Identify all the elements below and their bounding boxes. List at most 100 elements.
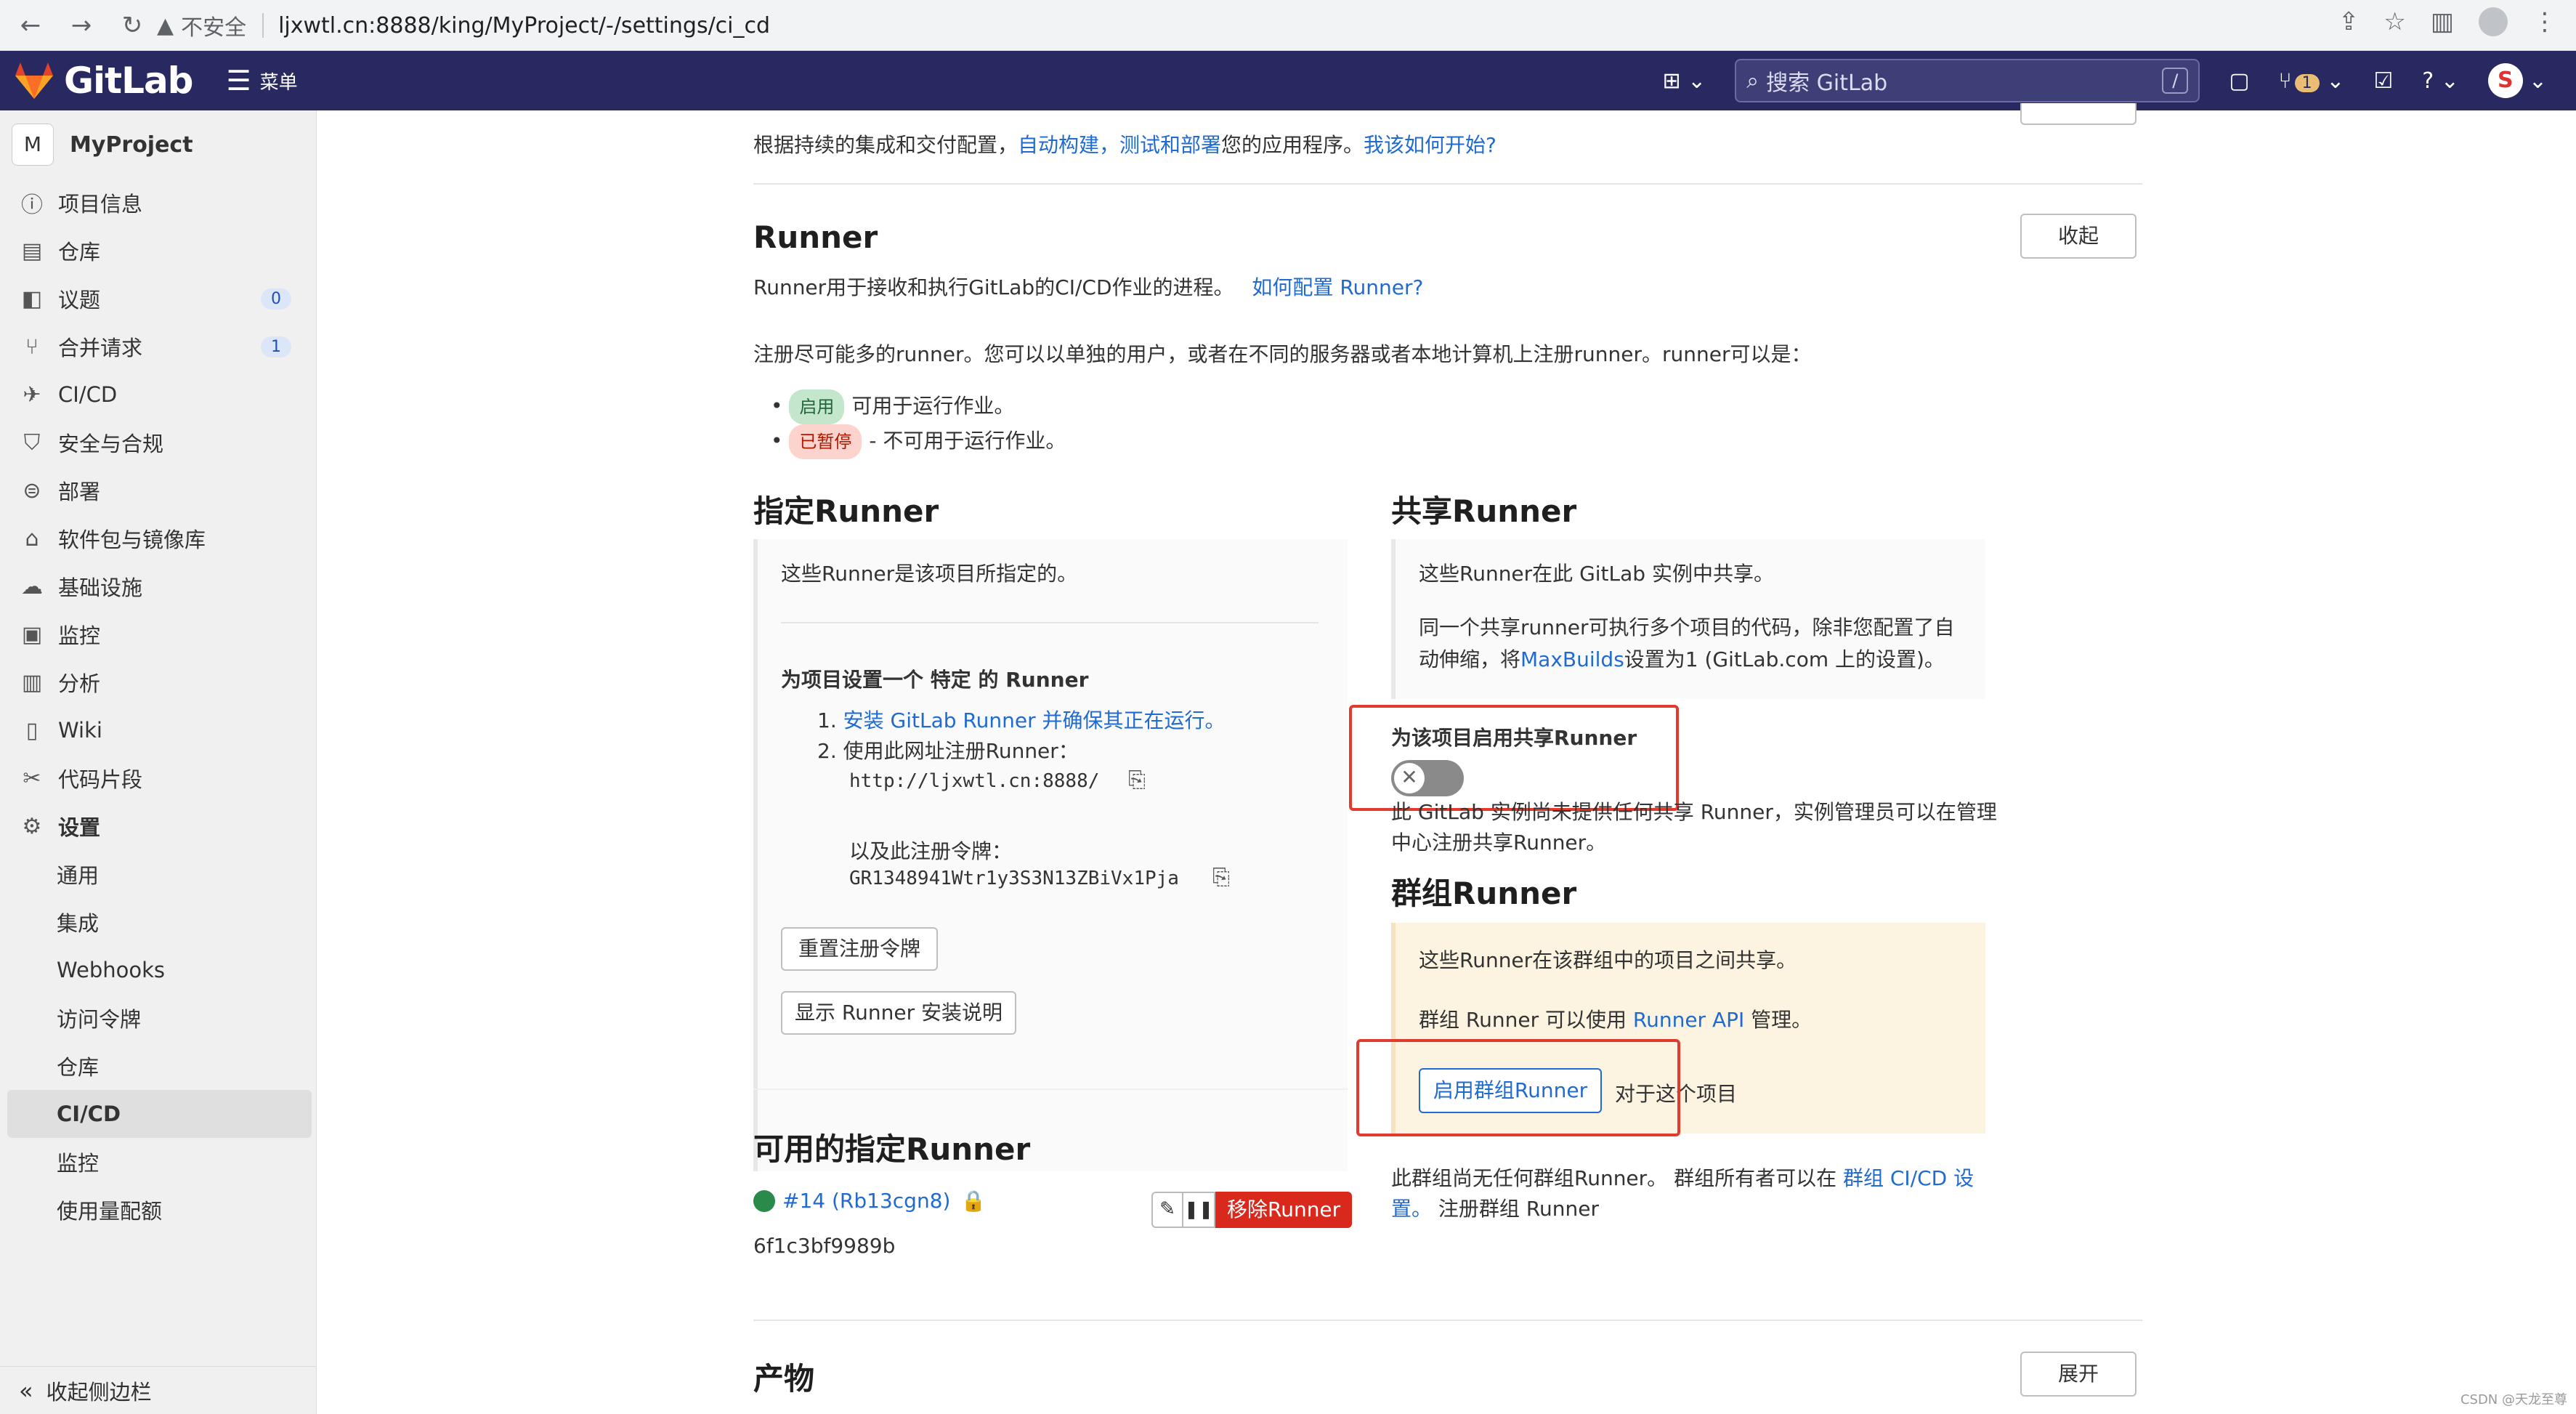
count-badge: 1 bbox=[261, 336, 291, 357]
count-badge: 0 bbox=[261, 288, 291, 310]
runner-register-text: 注册尽可能多的runner。您可以以单独的用户，或者在不同的服务器或者本地计算机… bbox=[753, 342, 1812, 366]
help-icon[interactable]: ? ⌄ bbox=[2422, 68, 2459, 94]
copy-url-icon[interactable]: ⎘ bbox=[1128, 767, 1146, 793]
collapse-sidebar-button[interactable]: « 收起侧边栏 bbox=[0, 1366, 317, 1414]
gitlab-header: GitLab ☰ 菜单 ⊞ ⌄ ⌕ 搜索 GitLab / ▢ ⑂ 1 ⌄ ☑ ?… bbox=[0, 51, 2576, 110]
rocket-icon: ✈ bbox=[23, 381, 41, 408]
sidebar-item-monitor[interactable]: ▣ 监控 bbox=[0, 610, 316, 658]
merge-requests-icon[interactable]: ⑂ 1 ⌄ bbox=[2279, 68, 2345, 94]
runner-link[interactable]: #14 (Rb13cgn8) bbox=[782, 1189, 950, 1213]
install-runner-link[interactable]: 安装 GitLab Runner 并确保其正在运行。 bbox=[843, 708, 1226, 732]
security-label: 不安全 bbox=[181, 15, 247, 41]
hamburger-icon: ☰ bbox=[226, 65, 251, 97]
auto-devops-link[interactable]: 自动构建，测试和部署 bbox=[1018, 133, 1221, 157]
specific-runners-panel: 这些Runner是该项目所指定的。 为项目设置一个 特定 的 Runner 1.… bbox=[753, 539, 1348, 1171]
search-placeholder: 搜索 GitLab bbox=[1766, 70, 1888, 96]
sidebar-sub-monitor[interactable]: 监控 bbox=[0, 1138, 316, 1186]
url-text[interactable]: ljxwtl.cn:8888/king/MyProject/-/settings… bbox=[278, 13, 770, 39]
expand-button[interactable]: 展开 bbox=[2020, 1352, 2136, 1397]
sidebar-item-label: 议题 bbox=[58, 288, 101, 312]
sidebar-item-issues[interactable]: ◧ 议题 0 bbox=[0, 275, 316, 323]
status-list: • 启用 可用于运行作业。 • 已暂停 - 不可用于运行作业。 bbox=[771, 389, 1066, 459]
address-bar[interactable]: ▲ 不安全 ljxwtl.cn:8888/king/MyProject/-/se… bbox=[157, 6, 2394, 45]
sidebar-item-security[interactable]: ⛉ 安全与合规 bbox=[0, 419, 316, 466]
bookmark-icon[interactable]: ☆ bbox=[2383, 7, 2405, 36]
runner-api-link[interactable]: Runner API bbox=[1633, 1008, 1744, 1032]
sidebar-item-label: CI/CD bbox=[57, 1102, 121, 1126]
browser-chrome: ← → ↻ ▲ 不安全 ljxwtl.cn:8888/king/MyProjec… bbox=[0, 0, 2576, 51]
sidebar-item-packages[interactable]: ⌂ 软件包与镜像库 bbox=[0, 514, 316, 562]
sidebar-item-analytics[interactable]: ▥ 分析 bbox=[0, 658, 316, 706]
menu-button[interactable]: ☰ 菜单 bbox=[226, 65, 297, 97]
search-input[interactable]: ⌕ 搜索 GitLab / bbox=[1735, 59, 2200, 102]
shared-desc-text: 设置为1 (GitLab.com 上的设置)。 bbox=[1624, 647, 1945, 671]
share-icon[interactable]: ⇪ bbox=[2338, 7, 2360, 36]
collapse-button[interactable]: 收起 bbox=[2020, 214, 2136, 259]
sidepanel-icon[interactable]: ▥ bbox=[2431, 7, 2454, 36]
group-cicd-settings-link-cont[interactable]: 置。 bbox=[1391, 1197, 1432, 1221]
sidebar-item-label: 代码片段 bbox=[58, 767, 143, 792]
copy-token-icon[interactable]: ⎘ bbox=[1212, 865, 1230, 890]
shared-desc-2a: 同一个共享runner可执行多个项目的代码，除非您配置了自 bbox=[1419, 615, 1955, 639]
sidebar-sub-integrations[interactable]: 集成 bbox=[0, 898, 316, 946]
sidebar-item-label: 通用 bbox=[57, 863, 100, 888]
sidebar-item-settings[interactable]: ⚙ 设置 bbox=[0, 802, 316, 850]
sidebar-item-merge-requests[interactable]: ⑂ 合并请求 1 bbox=[0, 323, 316, 371]
status-badge-paused: 已暂停 bbox=[789, 424, 862, 459]
step-text: 使用此网址注册Runner： bbox=[843, 739, 1079, 763]
sidebar-item-project-info[interactable]: ⓘ 项目信息 bbox=[0, 179, 316, 227]
show-install-button[interactable]: 显示 Runner 安装说明 bbox=[781, 991, 1016, 1035]
step-number: 1. bbox=[817, 708, 837, 732]
sidebar-sub-access-tokens[interactable]: 访问令牌 bbox=[0, 994, 316, 1042]
sidebar-item-label: 项目信息 bbox=[58, 192, 143, 217]
sidebar-item-infrastructure[interactable]: ☁ 基础设施 bbox=[0, 562, 316, 610]
reset-token-button[interactable]: 重置注册令牌 bbox=[781, 927, 938, 971]
remove-runner-button[interactable]: 移除Runner bbox=[1215, 1192, 1353, 1228]
back-icon[interactable]: ← bbox=[16, 11, 45, 40]
sidebar-item-snippets[interactable]: ✂ 代码片段 bbox=[0, 754, 316, 802]
expand-button-prev-section[interactable] bbox=[2020, 103, 2136, 125]
intro-text-mid: 您的应用程序。 bbox=[1221, 133, 1364, 157]
profile-icon[interactable] bbox=[2479, 7, 2508, 36]
sidebar-item-wiki[interactable]: ▯ Wiki bbox=[0, 706, 316, 754]
help-link[interactable]: 我该如何开始? bbox=[1364, 133, 1496, 157]
maxbuilds-link[interactable]: MaxBuilds bbox=[1520, 647, 1624, 671]
runner-config-link[interactable]: 如何配置 Runner? bbox=[1252, 275, 1423, 299]
cloud-icon: ☁ bbox=[21, 573, 43, 599]
sidebar-sub-usage-quotas[interactable]: 使用量配额 bbox=[0, 1186, 316, 1234]
group-none-line-1: 此群组尚无任何群组Runner。 群组所有者可以在 群组 CI/CD 设 bbox=[1391, 1163, 1974, 1192]
shared-none-b: 中心注册共享Runner。 bbox=[1391, 831, 1607, 855]
new-item-icon[interactable]: ⊞ ⌄ bbox=[1662, 68, 1706, 94]
user-menu[interactable]: S ⌄ bbox=[2487, 63, 2547, 98]
group-cicd-settings-link[interactable]: 群组 CI/CD 设 bbox=[1843, 1166, 1974, 1190]
sidebar-item-cicd[interactable]: ✈ CI/CD bbox=[0, 371, 316, 419]
sidebar: M MyProject ⓘ 项目信息 ▤ 仓库 ◧ 议题 0 ⑂ 合并请求 1 ✈ CI/CD… bbox=[0, 110, 317, 1414]
sidebar-item-label: 安全与合规 bbox=[58, 432, 164, 456]
issues-icon[interactable]: ▢ bbox=[2229, 68, 2249, 94]
setup-step-1: 1. 安装 GitLab Runner 并确保其正在运行。 bbox=[817, 705, 1226, 734]
status-item-paused: • 已暂停 - 不可用于运行作业。 bbox=[771, 424, 1066, 459]
sidebar-sub-cicd[interactable]: CI/CD bbox=[7, 1090, 312, 1138]
sidebar-item-label: 访问令牌 bbox=[57, 1007, 142, 1032]
sidebar-sub-general[interactable]: 通用 bbox=[0, 850, 316, 898]
gitlab-logo[interactable]: GitLab bbox=[13, 60, 193, 102]
search-shortcut: / bbox=[2162, 68, 2189, 94]
edit-runner-button[interactable]: ✎ bbox=[1151, 1192, 1183, 1228]
sidebar-sub-repository[interactable]: 仓库 bbox=[0, 1042, 316, 1090]
group-desc-text: 管理。 bbox=[1744, 1008, 1812, 1032]
monitor-icon: ▣ bbox=[21, 621, 43, 647]
sidebar-sub-webhooks[interactable]: Webhooks bbox=[0, 946, 316, 994]
runner-row: #14 (Rb13cgn8) 🔒 bbox=[753, 1189, 986, 1213]
sidebar-item-deploy[interactable]: ⊜ 部署 bbox=[0, 466, 316, 514]
group-desc-text: 群组 Runner 可以使用 bbox=[1419, 1008, 1633, 1032]
forward-icon[interactable]: → bbox=[67, 11, 96, 40]
sidebar-project[interactable]: M MyProject bbox=[0, 110, 316, 179]
pause-runner-button[interactable]: ❚❚ bbox=[1183, 1192, 1215, 1228]
reload-icon[interactable]: ↻ bbox=[118, 11, 147, 40]
more-icon[interactable]: ⋮ bbox=[2532, 7, 2557, 36]
sidebar-item-label: 合并请求 bbox=[58, 336, 143, 360]
todo-icon[interactable]: ☑ bbox=[2373, 68, 2393, 94]
highlight-group-button bbox=[1356, 1039, 1680, 1136]
runner-online-icon bbox=[753, 1189, 775, 1212]
sidebar-item-repository[interactable]: ▤ 仓库 bbox=[0, 227, 316, 275]
